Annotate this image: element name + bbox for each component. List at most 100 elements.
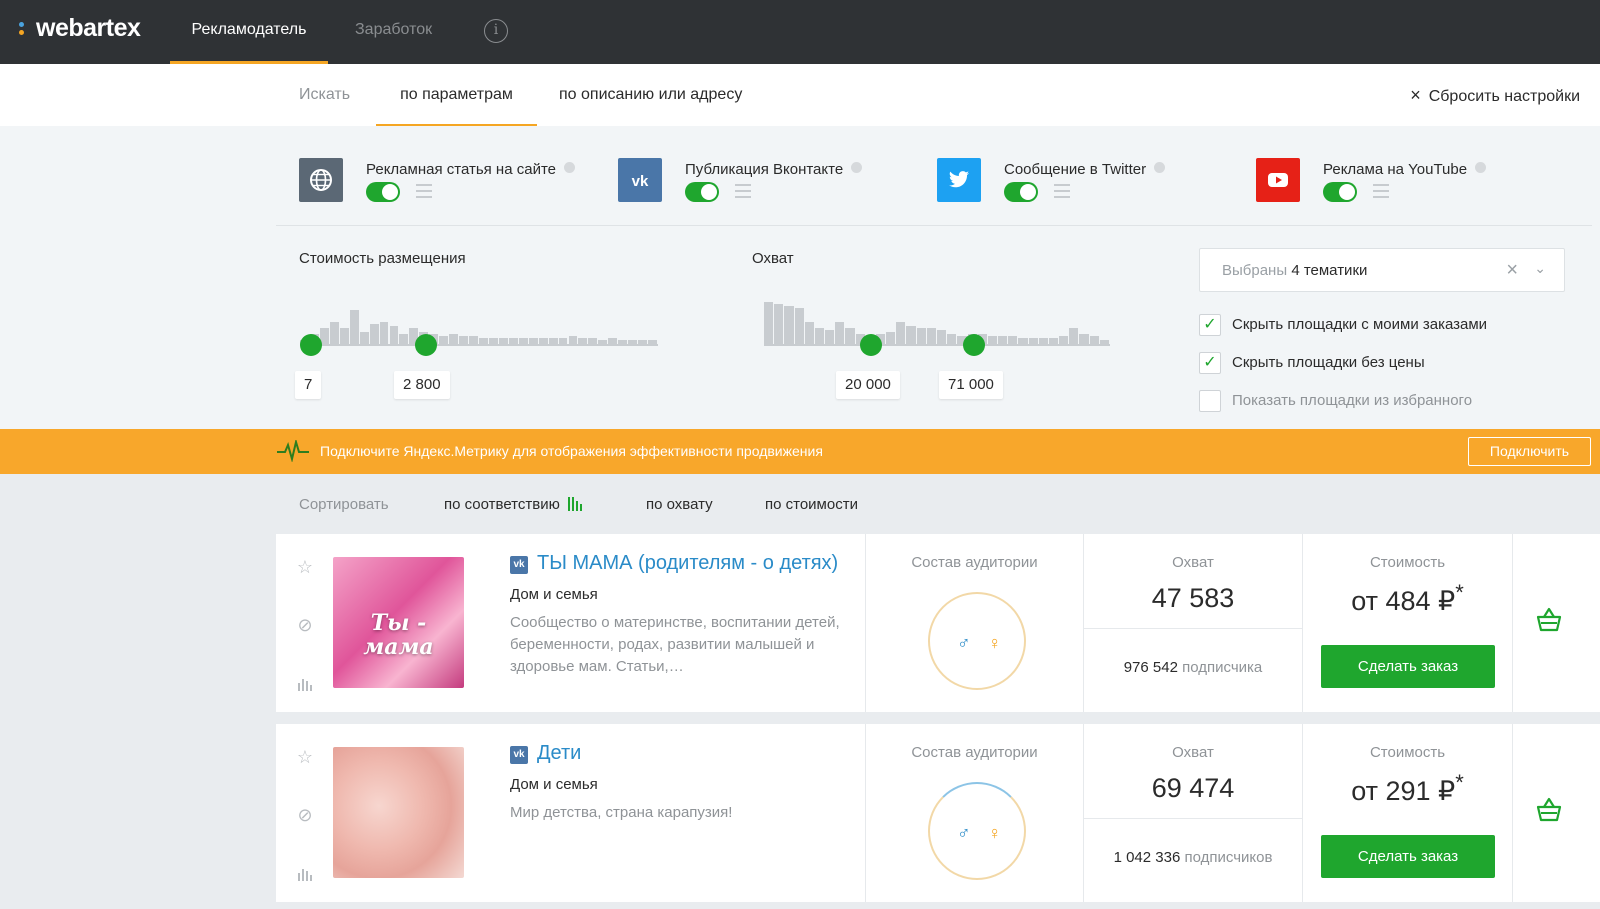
histogram-bar xyxy=(784,306,794,344)
listing-description: Сообщество о материнстве, воспитании дет… xyxy=(510,614,840,675)
histogram-bar xyxy=(349,310,359,344)
cost-max-value[interactable]: 2 800 xyxy=(394,371,450,399)
histogram-bar xyxy=(937,330,947,344)
histogram-bar xyxy=(906,326,916,344)
help-icon[interactable] xyxy=(851,162,863,173)
histogram-bar xyxy=(926,328,936,344)
sort-by-price[interactable]: по стоимости xyxy=(765,496,858,513)
sort-by-reach[interactable]: по охвату xyxy=(646,496,713,513)
order-button[interactable]: Сделать заказ xyxy=(1321,645,1495,688)
help-icon[interactable] xyxy=(564,162,575,173)
channel-toggle[interactable] xyxy=(1323,182,1357,202)
thumbnail-text: Ты - мама xyxy=(363,610,434,660)
cost-histogram xyxy=(300,296,658,344)
channel-toggle[interactable] xyxy=(1004,182,1038,202)
subscribers-count: 976 542 подписчика xyxy=(1123,659,1263,676)
audience-label: Состав аудитории xyxy=(911,554,1038,571)
cost-slider-track[interactable] xyxy=(300,344,658,346)
histogram-bar xyxy=(1059,336,1069,344)
listing-thumbnail[interactable]: Ты - мама xyxy=(333,557,464,688)
histogram-bar xyxy=(1089,336,1099,344)
star-icon[interactable]: ☆ xyxy=(296,558,314,576)
reach-min-value[interactable]: 20 000 xyxy=(836,371,900,399)
clear-icon[interactable]: × xyxy=(1506,259,1518,282)
reach-label: Охват xyxy=(1172,744,1214,761)
tab-earnings[interactable]: Заработок xyxy=(355,0,432,64)
channel-label: Публикация Вконтакте xyxy=(685,161,863,178)
settings-sliders-icon[interactable] xyxy=(416,184,432,200)
metrika-banner: Подключите Яндекс.Метрику для отображени… xyxy=(0,429,1600,474)
histogram-bar xyxy=(794,308,804,344)
search-mode-bar: Искать по параметрам по описанию или адр… xyxy=(0,64,1600,126)
help-icon[interactable] xyxy=(1154,162,1166,173)
top-navigation-bar: webartex Рекламодатель Заработок i xyxy=(0,0,1600,64)
divider xyxy=(276,225,1592,226)
histogram-bar xyxy=(459,336,469,344)
listing-title[interactable]: ТЫ МАМА (родителям - о детях) xyxy=(537,552,838,575)
reach-histogram xyxy=(764,296,1110,344)
settings-sliders-icon[interactable] xyxy=(735,184,751,200)
filters-panel: Рекламная статья на сайте vk Публикация … xyxy=(0,126,1600,429)
channel-label: Сообщение в Twitter xyxy=(1004,161,1166,178)
histogram-bar xyxy=(568,336,578,344)
star-icon[interactable]: ☆ xyxy=(296,748,314,766)
histogram-bar xyxy=(774,304,784,344)
histogram-bar xyxy=(835,322,845,344)
audience-column: Состав аудитории ♂ ♀ xyxy=(865,534,1083,712)
info-icon[interactable]: i xyxy=(484,19,508,43)
sort-by-relevance[interactable]: по соответствию xyxy=(444,496,584,515)
basket-column xyxy=(1512,724,1600,902)
logo-text: webartex xyxy=(36,14,141,42)
reach-min-handle[interactable] xyxy=(860,334,882,356)
histogram-bar xyxy=(399,334,409,344)
help-icon[interactable] xyxy=(1475,162,1487,173)
youtube-icon xyxy=(1256,158,1300,202)
search-label: Искать xyxy=(299,86,351,103)
chevron-down-icon[interactable]: ⌄ xyxy=(1534,260,1546,277)
histogram-bar xyxy=(814,328,825,344)
block-icon[interactable]: ⊘ xyxy=(296,806,314,824)
basket-icon[interactable] xyxy=(1535,607,1563,633)
stats-icon[interactable] xyxy=(296,674,314,692)
cost-filter-title: Стоимость размещения xyxy=(299,250,466,267)
sort-bars-icon xyxy=(567,497,584,515)
checkbox-label: Скрыть площадки с моими заказами xyxy=(1232,316,1488,333)
channel-label: Рекламная статья на сайте xyxy=(366,161,575,178)
reach-slider-track[interactable] xyxy=(764,344,1110,346)
audience-chart[interactable]: ♂ ♀ xyxy=(928,592,1026,690)
checkbox-label: Скрыть площадки без цены xyxy=(1232,354,1425,371)
listing-category: Дом и семья xyxy=(510,776,598,793)
reset-settings-button[interactable]: × Сбросить настройки xyxy=(1410,64,1580,128)
histogram-bar xyxy=(987,336,998,344)
cost-min-handle[interactable] xyxy=(300,334,322,356)
basket-icon[interactable] xyxy=(1535,797,1563,823)
channel-toggle[interactable] xyxy=(685,182,719,202)
connect-button[interactable]: Подключить xyxy=(1468,437,1591,466)
order-button[interactable]: Сделать заказ xyxy=(1321,835,1495,878)
reach-max-value[interactable]: 71 000 xyxy=(939,371,1003,399)
histogram-bar xyxy=(764,302,774,344)
settings-sliders-icon[interactable] xyxy=(1373,184,1389,200)
tab-advertiser[interactable]: Рекламодатель xyxy=(170,0,328,64)
block-icon[interactable]: ⊘ xyxy=(296,616,314,634)
tab-by-description[interactable]: по описанию или адресу xyxy=(559,64,742,126)
audience-chart[interactable]: ♂ ♀ xyxy=(928,782,1026,880)
cost-max-handle[interactable] xyxy=(415,334,437,356)
histogram-bar xyxy=(469,336,478,344)
topics-select[interactable]: Выбраны 4 тематики × ⌄ xyxy=(1199,248,1565,292)
settings-sliders-icon[interactable] xyxy=(1054,184,1070,200)
logo-dot-blue xyxy=(19,22,24,27)
vk-icon: vk xyxy=(618,158,662,202)
stats-icon[interactable] xyxy=(296,864,314,882)
histogram-bar xyxy=(439,336,449,344)
tab-by-parameters[interactable]: по параметрам xyxy=(376,64,537,126)
checkmark-icon: ✓ xyxy=(1199,314,1221,336)
logo[interactable]: webartex xyxy=(18,14,141,43)
listing-thumbnail[interactable] xyxy=(333,747,464,878)
cost-min-value[interactable]: 7 xyxy=(295,371,322,399)
reach-max-handle[interactable] xyxy=(963,334,985,356)
listing-title[interactable]: Дети xyxy=(537,742,581,765)
channel-toggle[interactable] xyxy=(366,182,400,202)
histogram-bar xyxy=(339,328,349,344)
price-column: Стоимость от 291 ₽* Сделать заказ xyxy=(1302,724,1512,902)
